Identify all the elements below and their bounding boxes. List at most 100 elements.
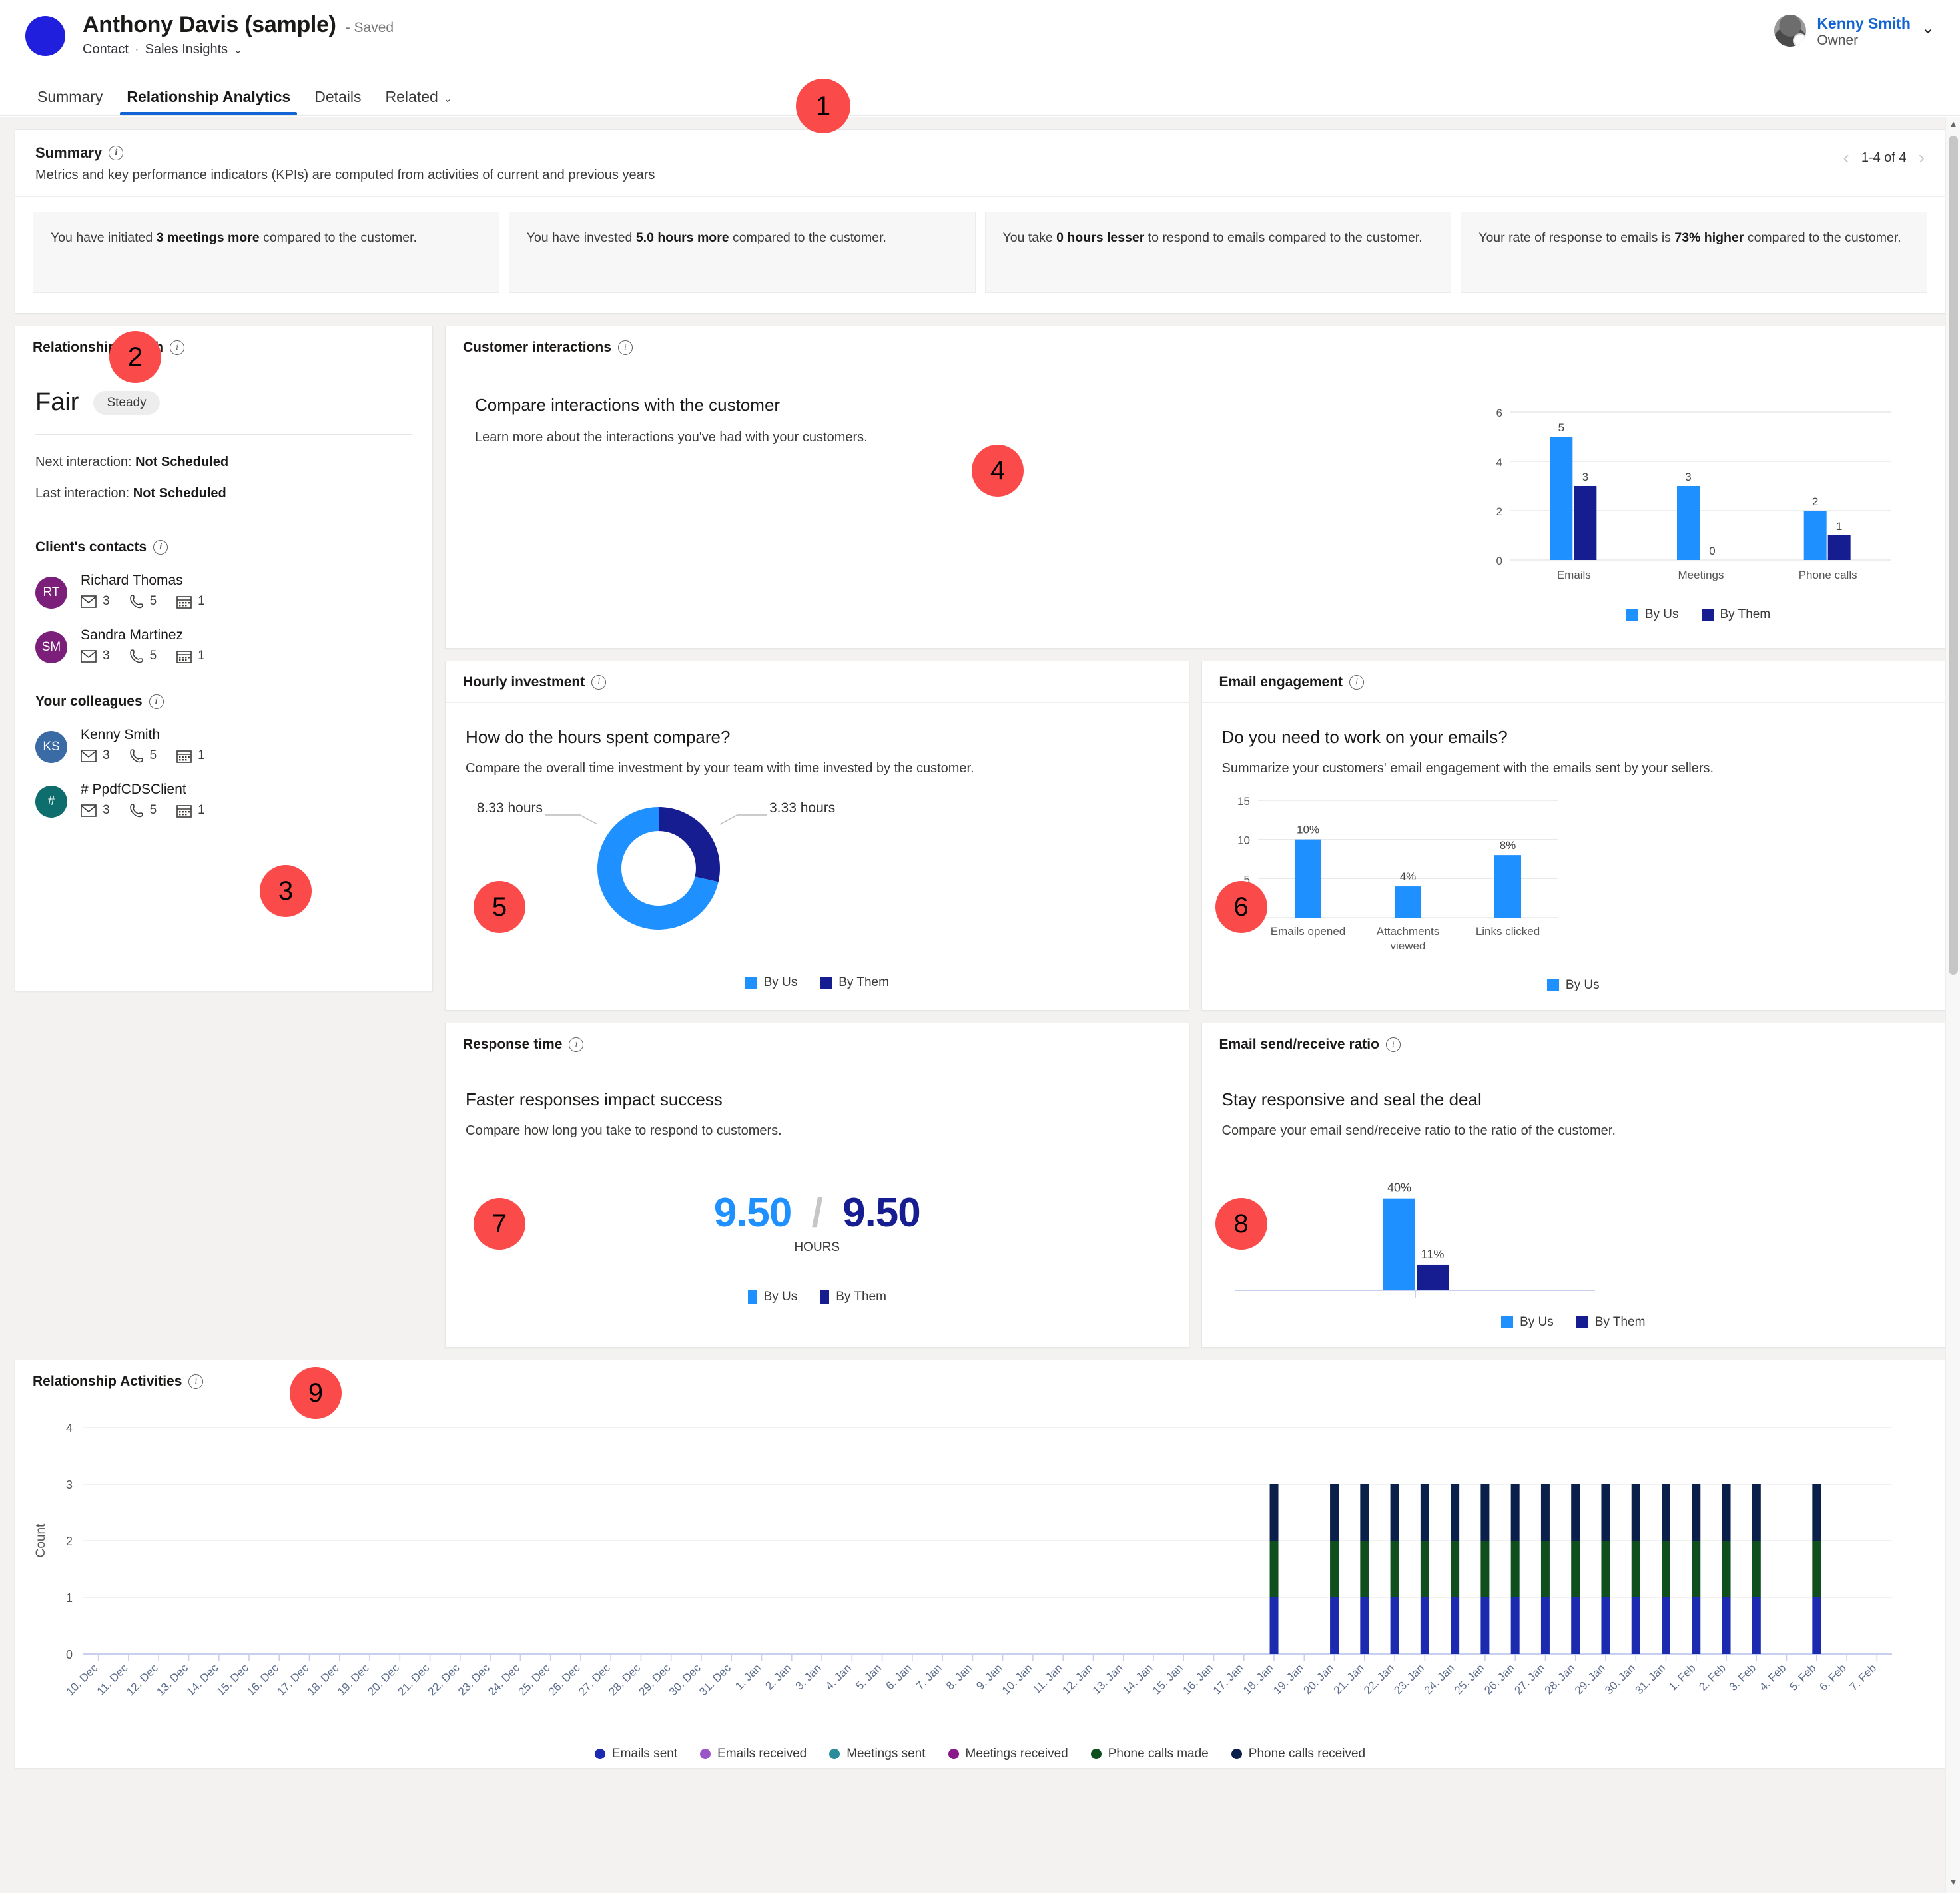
scroll-up-arrow[interactable]: ▲	[1946, 119, 1960, 133]
legend-item-by-them: By Them	[820, 1290, 886, 1304]
legend-label: By Them	[1594, 1315, 1646, 1329]
info-icon[interactable]: i	[109, 146, 124, 160]
person-name[interactable]: Richard Thomas	[81, 573, 205, 589]
info-icon[interactable]: i	[149, 694, 164, 709]
svg-text:15: 15	[1237, 795, 1250, 808]
info-icon[interactable]: i	[1385, 1037, 1401, 1052]
email-engagement-paragraph: Summarize your customers' email engageme…	[1221, 761, 1714, 776]
chevron-down-icon[interactable]: ⌄	[444, 93, 452, 105]
main-layout: Relationship Health i Fair Steady Next i…	[15, 326, 1945, 1348]
svg-text:5. Jan: 5. Jan	[853, 1661, 884, 1692]
svg-text:16. Jan: 16. Jan	[1180, 1661, 1215, 1697]
svg-text:17. Dec: 17. Dec	[274, 1661, 311, 1698]
svg-text:15. Dec: 15. Dec	[214, 1661, 251, 1698]
legend-label: By Them	[1720, 607, 1771, 621]
svg-text:6. Jan: 6. Jan	[883, 1661, 914, 1692]
info-icon[interactable]: i	[569, 1037, 584, 1052]
legend-item: By Them	[820, 975, 889, 990]
record-avatar	[25, 16, 65, 56]
summary-title: Summary	[35, 144, 103, 161]
avatar: SM	[35, 631, 67, 663]
person-name[interactable]: # PpdfCDSClient	[81, 782, 205, 798]
tab-details[interactable]: Details	[302, 88, 373, 115]
tab-summary[interactable]: Summary	[25, 88, 115, 115]
relationship-activities-title: Relationship Activities	[33, 1374, 182, 1389]
list-item[interactable]: KS Kenny Smith 3 5 1	[35, 727, 412, 763]
kpi-text-strong: 0 hours lesser	[1056, 230, 1145, 245]
svg-text:19. Dec: 19. Dec	[335, 1661, 372, 1698]
svg-text:1. Jan: 1. Jan	[733, 1661, 763, 1692]
hourly-investment-title: Hourly investment	[463, 675, 585, 690]
legend-item: Emails received	[700, 1747, 807, 1761]
customer-interactions-title: Customer interactions	[463, 340, 611, 355]
customer-interactions-heading: Compare interactions with the customer	[475, 395, 781, 415]
svg-text:10%: 10%	[1296, 824, 1319, 836]
info-icon[interactable]: i	[591, 675, 607, 690]
app-header: Anthony Davis (sample) - Saved Contact ·…	[0, 0, 1960, 73]
summary-pager: ‹ 1-4 of 4 ›	[1843, 144, 1925, 167]
legend-item: By Us	[745, 975, 797, 990]
chevron-down-icon[interactable]: ⌄	[234, 44, 242, 56]
legend-item: Meetings received	[948, 1747, 1068, 1761]
info-icon[interactable]: i	[170, 340, 185, 355]
meeting-count: 1	[176, 803, 205, 818]
legend-label: By Them	[836, 1290, 886, 1304]
person-name[interactable]: Kenny Smith	[81, 727, 205, 743]
info-icon[interactable]: i	[617, 340, 633, 355]
svg-text:20. Jan: 20. Jan	[1301, 1661, 1337, 1697]
svg-text:Emails opened: Emails opened	[1270, 925, 1345, 938]
legend-label: Phone calls received	[1248, 1747, 1366, 1760]
svg-text:10. Jan: 10. Jan	[1000, 1661, 1035, 1697]
legend-item-by-us: By Us	[747, 1290, 798, 1304]
legend-item: Emails sent	[594, 1747, 677, 1761]
info-icon[interactable]: i	[153, 540, 168, 555]
kpi-card: You take 0 hours lesser to respond to em…	[984, 212, 1452, 293]
envelope-icon	[81, 804, 97, 817]
svg-text:13. Jan: 13. Jan	[1090, 1661, 1126, 1697]
user-menu[interactable]: Kenny Smith Owner ⌄	[1774, 15, 1935, 49]
colleagues-title: Your colleagues	[35, 694, 143, 709]
tab-related[interactable]: Related ⌄	[374, 88, 464, 115]
list-item[interactable]: # # PpdfCDSClient 3 5 1	[35, 782, 412, 818]
info-icon[interactable]: i	[1349, 675, 1365, 690]
user-name-label[interactable]: Kenny Smith	[1817, 15, 1911, 33]
svg-text:20. Dec: 20. Dec	[365, 1661, 402, 1698]
legend-label: Phone calls made	[1108, 1747, 1209, 1760]
tab-label: Details	[314, 88, 362, 105]
legend-label: Emails received	[717, 1747, 807, 1760]
svg-text:22. Jan: 22. Jan	[1361, 1661, 1397, 1697]
response-time-card: Response time i Faster responses impact …	[445, 1023, 1189, 1348]
kpi-text-pre: Your rate of response to emails is	[1478, 230, 1675, 245]
phone-icon	[129, 649, 144, 663]
vertical-scrollbar[interactable]: ▲ ▼	[1945, 117, 1960, 1893]
svg-text:10: 10	[1237, 834, 1250, 847]
list-item[interactable]: SM Sandra Martinez 3 5 1	[35, 627, 412, 663]
clients-contacts-title: Client's contacts	[35, 539, 147, 555]
relationship-activities-chart: 0 1 2 3 4 Count 10. Dec 11. Dec 12. Dec 13. Dec 14…	[22, 1413, 1938, 1761]
app-name-label[interactable]: Sales Insights	[145, 42, 228, 57]
summary-title-row: Summary i	[35, 144, 655, 162]
legend-label: By Us	[1644, 607, 1679, 621]
next-page-button[interactable]: ›	[1919, 148, 1925, 167]
person-name[interactable]: Sandra Martinez	[81, 627, 205, 643]
tab-bar: Summary Relationship Analytics Details R…	[0, 73, 1960, 116]
svg-text:17. Jan: 17. Jan	[1211, 1661, 1246, 1697]
clients-contacts-title-row: Client's contacts i	[35, 539, 412, 555]
next-interaction-row: Next interaction: Not Scheduled	[35, 455, 412, 470]
response-time-legend: By Us By Them	[466, 1290, 1169, 1304]
callout-badge-9: 9	[290, 1367, 342, 1419]
svg-text:0: 0	[1496, 555, 1502, 567]
svg-text:0: 0	[1709, 545, 1715, 557]
prev-page-button[interactable]: ‹	[1843, 148, 1849, 167]
user-role-label: Owner	[1817, 33, 1859, 49]
svg-text:11. Jan: 11. Jan	[1030, 1661, 1065, 1696]
chevron-down-icon[interactable]: ⌄	[1921, 19, 1935, 38]
scrollbar-thumb[interactable]	[1949, 136, 1958, 975]
colleagues-list: KS Kenny Smith 3 5 1 # # PpdfCDSClient 3 5 1	[35, 727, 412, 818]
list-item[interactable]: RT Richard Thomas 3 5 1	[35, 573, 412, 609]
info-icon[interactable]: i	[188, 1374, 204, 1389]
scroll-down-arrow[interactable]: ▼	[1946, 1877, 1960, 1892]
legend-label: By Us	[763, 1290, 798, 1304]
tab-relationship-analytics[interactable]: Relationship Analytics	[115, 88, 302, 115]
kpi-card: You have initiated 3 meetings more compa…	[33, 212, 499, 293]
